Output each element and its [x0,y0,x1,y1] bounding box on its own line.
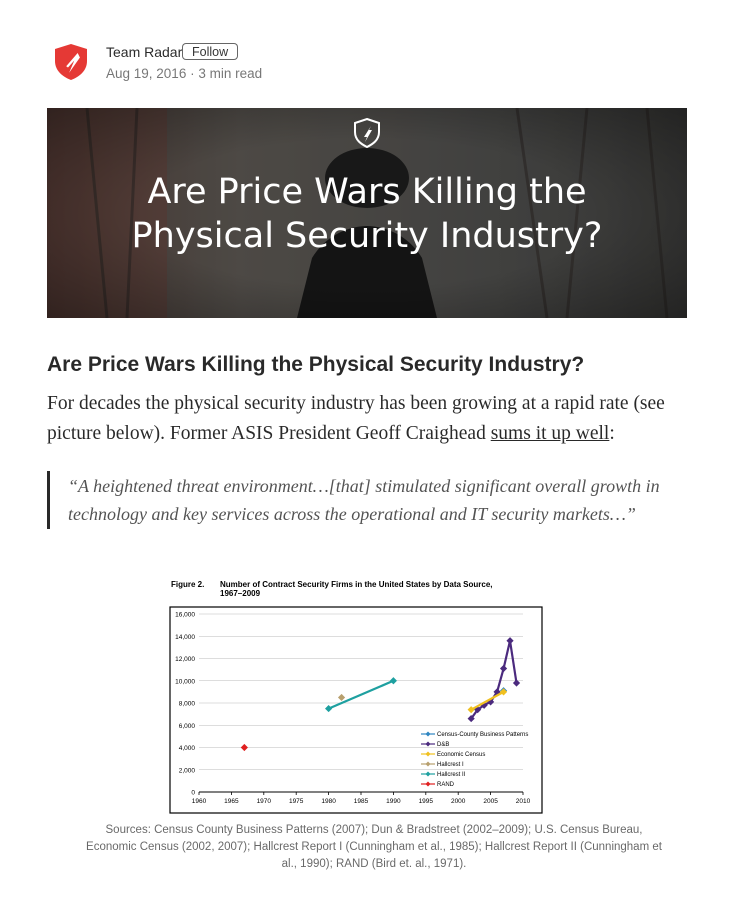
hero-title-line-1: Are Price Wars Killing the [147,172,587,212]
x-tick-label: 2000 [451,798,466,805]
team-radar-logo-icon[interactable] [54,43,88,81]
article-heading: Are Price Wars Killing the Physical Secu… [47,353,585,376]
hero-title-line-2: Physical Security Industry? [131,216,603,256]
y-tick-label: 14,000 [175,634,195,641]
figure-caption: Sources: Census County Business Patterns… [86,824,662,870]
author-header: Team Radar Follow Aug 19, 2016 · 3 min r… [54,43,674,87]
article-paragraph: For decades the physical security indust… [47,389,707,449]
sums-it-up-link[interactable]: sums it up well [491,423,610,444]
y-tick-label: 2,000 [179,767,196,774]
y-tick-label: 0 [191,790,195,797]
figure-label: Figure 2. [171,580,204,589]
legend-label: RAND [437,782,455,788]
y-tick-label: 12,000 [175,656,195,663]
figure-title-line-1: Number of Contract Security Firms in the… [220,580,493,589]
x-tick-label: 1975 [289,798,304,805]
legend-label: Economic Census [437,752,485,758]
post-meta: Aug 19, 2016 · 3 min read [106,66,262,81]
paragraph-end: : [609,423,615,444]
legend-label: Hallcrest II [437,772,466,778]
quote-text: “A heightened threat environment…[that] … [68,476,660,524]
figure-title-line-2: 1967–2009 [220,589,261,598]
x-tick-label: 1980 [321,798,336,805]
x-tick-label: 1995 [419,798,434,805]
x-tick-label: 2005 [483,798,498,805]
x-tick-label: 1970 [257,798,272,805]
read-time: 3 min read [198,66,263,81]
hero-title: Are Price Wars Killing the Physical Secu… [47,170,687,258]
x-tick-label: 1960 [192,798,207,805]
hero-image: Are Price Wars Killing the Physical Secu… [47,108,687,318]
y-tick-label: 16,000 [175,612,195,619]
post-date[interactable]: Aug 19, 2016 [106,66,186,81]
legend-label: D&B [437,742,449,748]
y-tick-label: 6,000 [179,723,196,730]
legend-label: Hallcrest I [437,762,464,768]
x-tick-label: 1985 [354,798,369,805]
hero-shield-icon [354,118,380,148]
legend-label: Census-County Business Patterns [437,732,528,738]
y-tick-label: 8,000 [179,701,196,708]
chart-frame [169,606,543,814]
y-tick-label: 10,000 [175,678,195,685]
meta-separator: · [190,66,195,81]
figure-chart[interactable]: Figure 2. Number of Contract Security Fi… [166,576,552,816]
follow-button[interactable]: Follow [182,43,239,60]
block-quote: “A heightened threat environment…[that] … [47,471,710,529]
chart-svg: Figure 2. Number of Contract Security Fi… [169,580,543,814]
y-tick-label: 4,000 [179,745,196,752]
x-tick-label: 1990 [386,798,401,805]
x-tick-label: 1965 [224,798,239,805]
author-name[interactable]: Team Radar [106,44,182,60]
x-tick-label: 2010 [516,798,531,805]
